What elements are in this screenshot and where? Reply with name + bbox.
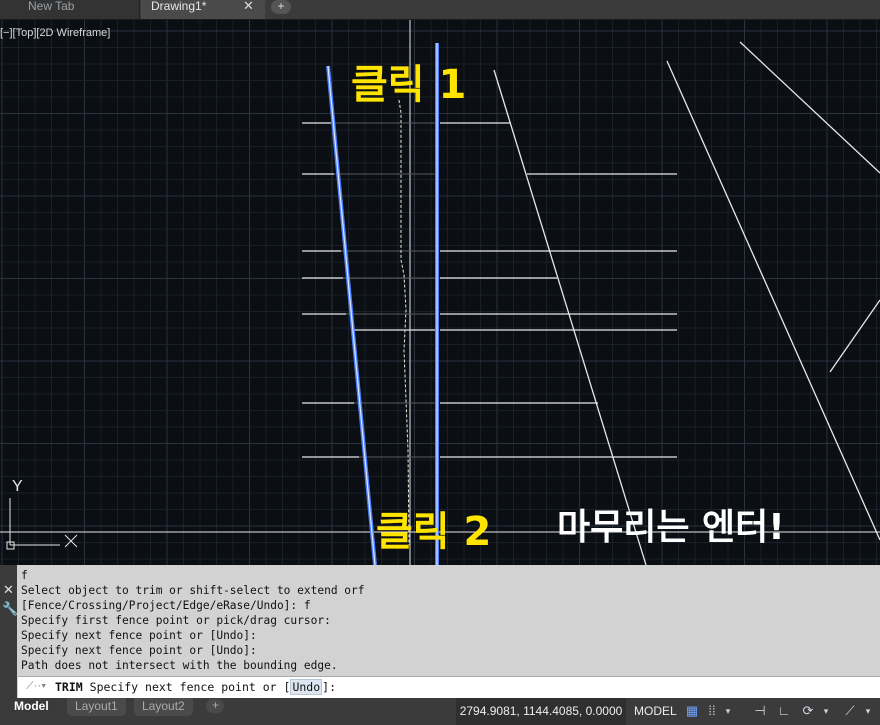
command-prompt-icon: ⟋··▾ bbox=[26, 680, 47, 692]
add-layout-button[interactable]: + bbox=[206, 699, 224, 713]
diagonal-lines bbox=[493, 41, 880, 565]
ortho-icon[interactable]: ∟ bbox=[776, 703, 792, 719]
polar-tracking-icon[interactable]: ⟳ bbox=[800, 703, 816, 719]
history-line: [Fence/Crossing/Project/Edge/eRase/Undo]… bbox=[21, 599, 311, 612]
command-prompt[interactable]: TRIM Specify next fence point or [Undo]: bbox=[55, 679, 336, 695]
tab-layout2[interactable]: Layout2 bbox=[134, 698, 193, 716]
selected-line-left-core bbox=[327, 65, 376, 565]
tab-layout1[interactable]: Layout1 bbox=[67, 698, 126, 716]
history-line: Specify next fence point or [Undo]: bbox=[21, 644, 257, 657]
add-tab-button[interactable]: + bbox=[271, 0, 291, 14]
dropdown-icon[interactable]: ▾ bbox=[818, 703, 834, 719]
history-line: Select object to trim or shift-select to… bbox=[21, 584, 365, 597]
command-line-panel: ✕ 🔧 f Select object to trim or shift-sel… bbox=[0, 565, 880, 698]
command-name: TRIM bbox=[55, 680, 83, 694]
isodraft-icon[interactable]: ⟋ bbox=[842, 703, 858, 719]
history-line: Specify first fence point or pick/drag c… bbox=[21, 614, 331, 627]
dropdown-icon[interactable]: ▾ bbox=[860, 703, 876, 719]
history-line: Path does not intersect with the boundin… bbox=[21, 659, 338, 672]
drawing-viewport[interactable]: [−][Top][2D Wireframe] Y 클릭 1 클릭 2 마무리는 … bbox=[0, 20, 880, 565]
coordinate-readout[interactable]: 2794.9081, 1144.4085, 0.0000 bbox=[456, 698, 626, 725]
dim-segments bbox=[331, 122, 436, 458]
infer-constraints-icon[interactable]: ⊣ bbox=[752, 703, 768, 719]
prompt-text: Specify next fence point or [ bbox=[89, 680, 291, 694]
wrench-icon[interactable]: 🔧 bbox=[2, 601, 18, 617]
annotation-click-1: 클릭 1 bbox=[351, 62, 467, 108]
command-input[interactable]: ⟋··▾ TRIM Specify next fence point or [U… bbox=[18, 676, 880, 698]
tab-model[interactable]: Model bbox=[6, 698, 57, 716]
viewport-controls-label[interactable]: [−][Top][2D Wireframe] bbox=[0, 27, 110, 39]
tab-new-tab-label: New Tab bbox=[28, 0, 75, 13]
tab-drawing1[interactable]: Drawing1* ✕ bbox=[141, 0, 265, 19]
history-line: f bbox=[21, 569, 28, 582]
dropdown-icon[interactable]: ▾ bbox=[720, 703, 736, 719]
close-icon[interactable]: ✕ bbox=[243, 0, 254, 12]
command-history: f Select object to trim or shift-select … bbox=[21, 568, 365, 673]
right-horizontal-lines bbox=[440, 122, 677, 458]
snap-icon[interactable]: ⁞⁞ bbox=[704, 703, 720, 719]
tab-new-tab[interactable]: New Tab bbox=[0, 0, 140, 19]
file-tab-bar: New Tab Drawing1* ✕ + bbox=[0, 0, 880, 20]
ucs-icon bbox=[6, 498, 78, 550]
tab-drawing1-label: Drawing1* bbox=[151, 0, 207, 13]
status-bar: Model Layout1 Layout2 + 2794.9081, 1144.… bbox=[0, 698, 880, 725]
model-space-button[interactable]: MODEL bbox=[630, 698, 681, 725]
prompt-end: ]: bbox=[322, 680, 336, 694]
undo-option[interactable]: Undo bbox=[290, 679, 323, 695]
command-panel-handle[interactable]: ✕ 🔧 bbox=[0, 565, 18, 698]
grid-icon[interactable]: ▦ bbox=[684, 703, 700, 719]
ucs-y-label: Y bbox=[12, 478, 23, 495]
annotation-enter: 마무리는 엔터! bbox=[557, 507, 785, 548]
close-icon[interactable]: ✕ bbox=[3, 582, 14, 598]
history-line: Specify next fence point or [Undo]: bbox=[21, 629, 257, 642]
fence-path bbox=[398, 99, 410, 546]
annotation-click-2: 클릭 2 bbox=[376, 509, 492, 555]
